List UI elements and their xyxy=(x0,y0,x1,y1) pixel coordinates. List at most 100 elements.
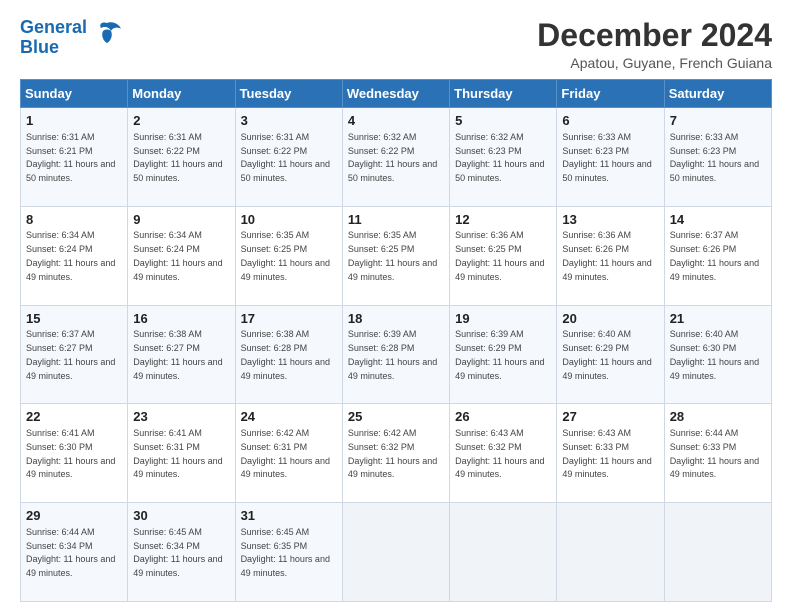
calendar-table: SundayMondayTuesdayWednesdayThursdayFrid… xyxy=(20,79,772,602)
day-info: Sunrise: 6:36 AMSunset: 6:26 PMDaylight:… xyxy=(562,230,651,281)
day-number: 21 xyxy=(670,310,767,328)
day-info: Sunrise: 6:33 AMSunset: 6:23 PMDaylight:… xyxy=(562,132,651,183)
day-info: Sunrise: 6:36 AMSunset: 6:25 PMDaylight:… xyxy=(455,230,544,281)
day-info: Sunrise: 6:40 AMSunset: 6:29 PMDaylight:… xyxy=(562,329,651,380)
day-info: Sunrise: 6:34 AMSunset: 6:24 PMDaylight:… xyxy=(133,230,222,281)
calendar-cell xyxy=(342,503,449,602)
calendar-cell: 29 Sunrise: 6:44 AMSunset: 6:34 PMDayligh… xyxy=(21,503,128,602)
calendar-header-wednesday: Wednesday xyxy=(342,80,449,108)
day-number: 29 xyxy=(26,507,123,525)
calendar-cell: 3Sunrise: 6:31 AMSunset: 6:22 PMDaylight… xyxy=(235,108,342,207)
logo-general: General xyxy=(20,17,87,37)
day-number: 14 xyxy=(670,211,767,229)
day-number: 9 xyxy=(133,211,230,229)
calendar-cell: 19Sunrise: 6:39 AMSunset: 6:29 PMDayligh… xyxy=(450,305,557,404)
day-number: 28 xyxy=(670,408,767,426)
calendar-cell: 15Sunrise: 6:37 AMSunset: 6:27 PMDayligh… xyxy=(21,305,128,404)
logo-bird-icon xyxy=(91,19,123,52)
calendar-cell: 10Sunrise: 6:35 AMSunset: 6:25 PMDayligh… xyxy=(235,206,342,305)
day-number: 1 xyxy=(26,112,123,130)
calendar-header-sunday: Sunday xyxy=(21,80,128,108)
day-number: 25 xyxy=(348,408,445,426)
day-number: 17 xyxy=(241,310,338,328)
calendar-cell: 20Sunrise: 6:40 AMSunset: 6:29 PMDayligh… xyxy=(557,305,664,404)
calendar-cell: 13Sunrise: 6:36 AMSunset: 6:26 PMDayligh… xyxy=(557,206,664,305)
calendar-header-friday: Friday xyxy=(557,80,664,108)
header: General Blue December 2024 Apatou, Guyan… xyxy=(20,18,772,71)
calendar-header-thursday: Thursday xyxy=(450,80,557,108)
day-number: 10 xyxy=(241,211,338,229)
day-info: Sunrise: 6:37 AMSunset: 6:27 PMDaylight:… xyxy=(26,329,115,380)
day-info: Sunrise: 6:44 AMSunset: 6:33 PMDaylight:… xyxy=(670,428,759,479)
day-number: 6 xyxy=(562,112,659,130)
calendar-week-3: 15Sunrise: 6:37 AMSunset: 6:27 PMDayligh… xyxy=(21,305,772,404)
day-info: Sunrise: 6:43 AMSunset: 6:33 PMDaylight:… xyxy=(562,428,651,479)
day-number: 8 xyxy=(26,211,123,229)
calendar-week-2: 8Sunrise: 6:34 AMSunset: 6:24 PMDaylight… xyxy=(21,206,772,305)
day-number: 12 xyxy=(455,211,552,229)
calendar-header-row: SundayMondayTuesdayWednesdayThursdayFrid… xyxy=(21,80,772,108)
calendar-header-monday: Monday xyxy=(128,80,235,108)
day-info: Sunrise: 6:42 AMSunset: 6:31 PMDaylight:… xyxy=(241,428,330,479)
day-info: Sunrise: 6:31 AMSunset: 6:21 PMDaylight:… xyxy=(26,132,115,183)
day-info: Sunrise: 6:43 AMSunset: 6:32 PMDaylight:… xyxy=(455,428,544,479)
calendar-cell: 24Sunrise: 6:42 AMSunset: 6:31 PMDayligh… xyxy=(235,404,342,503)
calendar-header-saturday: Saturday xyxy=(664,80,771,108)
day-info: Sunrise: 6:33 AMSunset: 6:23 PMDaylight:… xyxy=(670,132,759,183)
day-number: 5 xyxy=(455,112,552,130)
calendar-cell: 9Sunrise: 6:34 AMSunset: 6:24 PMDaylight… xyxy=(128,206,235,305)
calendar-week-4: 22Sunrise: 6:41 AMSunset: 6:30 PMDayligh… xyxy=(21,404,772,503)
day-info: Sunrise: 6:35 AMSunset: 6:25 PMDaylight:… xyxy=(348,230,437,281)
calendar-cell: 7 Sunrise: 6:33 AMSunset: 6:23 PMDaylight… xyxy=(664,108,771,207)
day-info: Sunrise: 6:32 AMSunset: 6:23 PMDaylight:… xyxy=(455,132,544,183)
day-number: 4 xyxy=(348,112,445,130)
calendar-cell xyxy=(664,503,771,602)
calendar-cell: 18Sunrise: 6:39 AMSunset: 6:28 PMDayligh… xyxy=(342,305,449,404)
day-number: 18 xyxy=(348,310,445,328)
calendar-cell: 8Sunrise: 6:34 AMSunset: 6:24 PMDaylight… xyxy=(21,206,128,305)
calendar-week-1: 1 Sunrise: 6:31 AMSunset: 6:21 PMDaylight… xyxy=(21,108,772,207)
day-info: Sunrise: 6:31 AMSunset: 6:22 PMDaylight:… xyxy=(241,132,330,183)
day-number: 22 xyxy=(26,408,123,426)
main-title: December 2024 xyxy=(537,18,772,53)
day-info: Sunrise: 6:35 AMSunset: 6:25 PMDaylight:… xyxy=(241,230,330,281)
calendar-cell: 22Sunrise: 6:41 AMSunset: 6:30 PMDayligh… xyxy=(21,404,128,503)
title-block: December 2024 Apatou, Guyane, French Gui… xyxy=(537,18,772,71)
day-number: 31 xyxy=(241,507,338,525)
calendar-cell: 2 Sunrise: 6:31 AMSunset: 6:22 PMDaylight… xyxy=(128,108,235,207)
day-number: 7 xyxy=(670,112,767,130)
day-number: 16 xyxy=(133,310,230,328)
calendar-cell: 23Sunrise: 6:41 AMSunset: 6:31 PMDayligh… xyxy=(128,404,235,503)
day-number: 20 xyxy=(562,310,659,328)
day-info: Sunrise: 6:38 AMSunset: 6:28 PMDaylight:… xyxy=(241,329,330,380)
day-info: Sunrise: 6:40 AMSunset: 6:30 PMDaylight:… xyxy=(670,329,759,380)
calendar-cell: 16Sunrise: 6:38 AMSunset: 6:27 PMDayligh… xyxy=(128,305,235,404)
day-info: Sunrise: 6:34 AMSunset: 6:24 PMDaylight:… xyxy=(26,230,115,281)
calendar-cell: 25Sunrise: 6:42 AMSunset: 6:32 PMDayligh… xyxy=(342,404,449,503)
day-number: 13 xyxy=(562,211,659,229)
page: General Blue December 2024 Apatou, Guyan… xyxy=(0,0,792,612)
calendar-cell: 21Sunrise: 6:40 AMSunset: 6:30 PMDayligh… xyxy=(664,305,771,404)
calendar-cell: 27 Sunrise: 6:43 AMSunset: 6:33 PMDayligh… xyxy=(557,404,664,503)
day-info: Sunrise: 6:45 AMSunset: 6:35 PMDaylight:… xyxy=(241,527,330,578)
calendar-cell: 17Sunrise: 6:38 AMSunset: 6:28 PMDayligh… xyxy=(235,305,342,404)
calendar-cell: 11Sunrise: 6:35 AMSunset: 6:25 PMDayligh… xyxy=(342,206,449,305)
day-info: Sunrise: 6:39 AMSunset: 6:29 PMDaylight:… xyxy=(455,329,544,380)
calendar-cell: 30Sunrise: 6:45 AMSunset: 6:34 PMDayligh… xyxy=(128,503,235,602)
day-number: 2 xyxy=(133,112,230,130)
calendar-cell: 4Sunrise: 6:32 AMSunset: 6:22 PMDaylight… xyxy=(342,108,449,207)
day-info: Sunrise: 6:44 AMSunset: 6:34 PMDaylight:… xyxy=(26,527,115,578)
day-number: 23 xyxy=(133,408,230,426)
calendar-cell: 26Sunrise: 6:43 AMSunset: 6:32 PMDayligh… xyxy=(450,404,557,503)
calendar-cell: 12Sunrise: 6:36 AMSunset: 6:25 PMDayligh… xyxy=(450,206,557,305)
calendar-week-5: 29 Sunrise: 6:44 AMSunset: 6:34 PMDayligh… xyxy=(21,503,772,602)
day-info: Sunrise: 6:38 AMSunset: 6:27 PMDaylight:… xyxy=(133,329,222,380)
calendar-cell: 28 Sunrise: 6:44 AMSunset: 6:33 PMDayligh… xyxy=(664,404,771,503)
day-info: Sunrise: 6:45 AMSunset: 6:34 PMDaylight:… xyxy=(133,527,222,578)
subtitle: Apatou, Guyane, French Guiana xyxy=(537,55,772,71)
day-number: 19 xyxy=(455,310,552,328)
calendar-header-tuesday: Tuesday xyxy=(235,80,342,108)
day-info: Sunrise: 6:31 AMSunset: 6:22 PMDaylight:… xyxy=(133,132,222,183)
calendar-cell xyxy=(557,503,664,602)
day-number: 27 xyxy=(562,408,659,426)
